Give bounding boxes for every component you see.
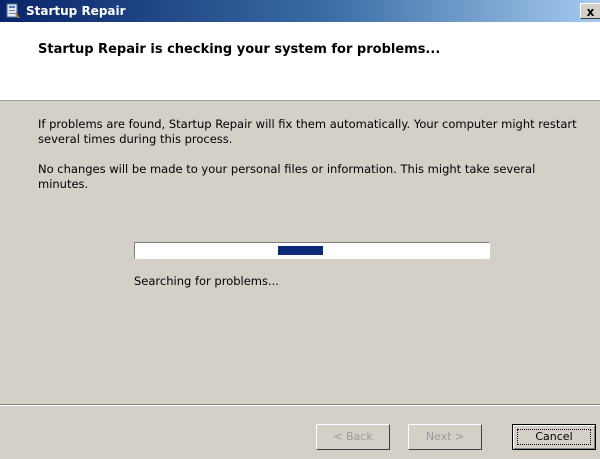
footer-separator	[0, 404, 600, 406]
header-panel: Startup Repair is checking your system f…	[0, 22, 600, 101]
startup-repair-app-icon	[5, 3, 21, 19]
progress-bar	[134, 242, 490, 259]
focus-rectangle	[517, 429, 591, 445]
startup-repair-window: Startup Repair x Startup Repair is check…	[0, 0, 600, 459]
page-heading: Startup Repair is checking your system f…	[38, 42, 441, 57]
next-button[interactable]: Next >	[408, 424, 482, 450]
no-changes-info-text: No changes will be made to your personal…	[38, 162, 536, 191]
progress-status-text: Searching for problems...	[134, 274, 279, 288]
title-bar[interactable]: Startup Repair x	[0, 0, 600, 22]
progress-bar-fill	[278, 246, 323, 255]
window-title: Startup Repair	[26, 4, 126, 18]
back-button[interactable]: < Back	[316, 424, 390, 450]
close-button[interactable]: x	[580, 3, 600, 19]
cancel-button[interactable]: Cancel	[512, 424, 596, 450]
problems-info-text: If problems are found, Startup Repair wi…	[38, 117, 577, 146]
